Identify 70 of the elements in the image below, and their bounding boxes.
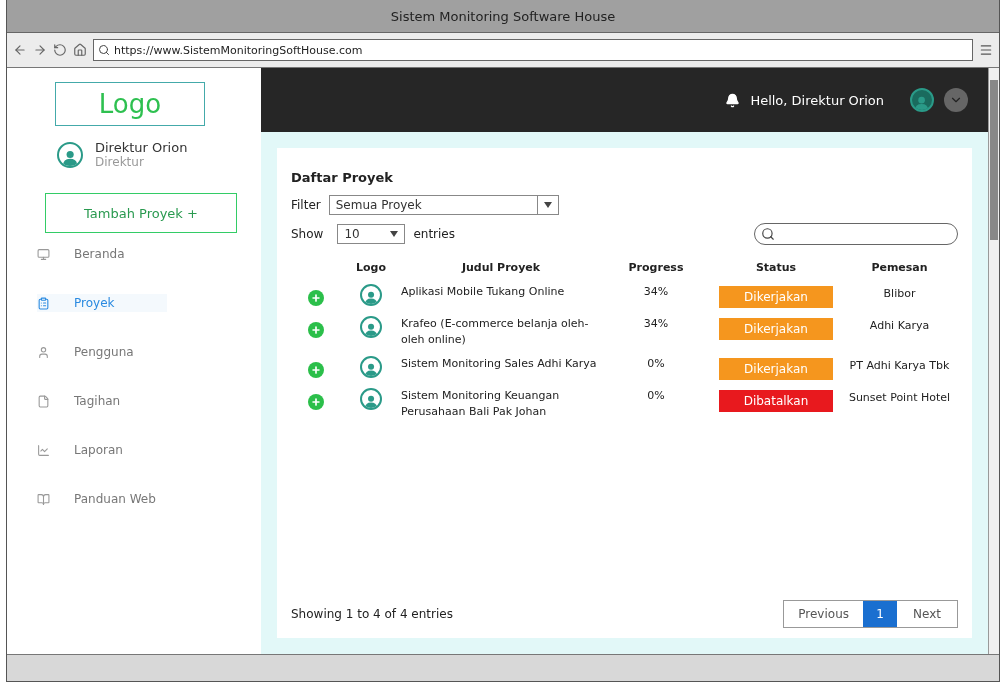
search-icon <box>761 227 775 241</box>
scrollbar-thumb[interactable] <box>990 80 998 240</box>
status-badge: Dibatalkan <box>719 390 833 412</box>
back-icon[interactable] <box>13 43 27 57</box>
table-cell-text: PT Adhi Karya Tbk <box>848 358 951 374</box>
add-icon[interactable] <box>308 394 324 410</box>
column-header: Status <box>754 261 798 276</box>
clipboard-icon <box>37 296 50 310</box>
sidebar-item[interactable]: Laporan <box>37 441 167 459</box>
table-cell-text: Sistem Monitoring Keuangan Perusahaan Bali Pak Johan <box>401 388 561 420</box>
avatar-icon <box>360 356 382 378</box>
sidebar-item[interactable]: Pengguna <box>37 343 167 361</box>
status-badge: Dikerjakan <box>719 318 833 340</box>
entries-dropdown[interactable]: 10 <box>337 224 406 244</box>
dropdown-button[interactable] <box>944 88 968 112</box>
column-header: Logo <box>355 261 387 276</box>
column-header: Judul Proyek <box>460 261 542 276</box>
status-badge: Dikerjakan <box>719 358 833 380</box>
sidebar-item[interactable]: Proyek <box>37 294 167 312</box>
status-badge: Dikerjakan <box>719 286 833 308</box>
add-icon[interactable] <box>308 290 324 306</box>
reload-icon[interactable] <box>53 43 67 57</box>
add-project-button[interactable]: Tambah Proyek + <box>45 193 237 233</box>
table-cell-text: Sistem Monitoring Sales Adhi Karya <box>401 356 598 372</box>
panel-title: Daftar Proyek <box>291 170 394 185</box>
caret-icon <box>390 231 399 237</box>
filter-dropdown[interactable]: Semua Proyek <box>328 195 559 215</box>
caret-icon <box>543 202 552 208</box>
forward-icon[interactable] <box>33 43 47 57</box>
entries-info: Showing 1 to 4 of 4 entries <box>291 607 453 621</box>
column-header: Pemesan <box>870 261 929 276</box>
search-icon <box>98 44 110 56</box>
greeting: Hello, Direktur Orion <box>750 92 884 108</box>
user-icon <box>37 345 50 359</box>
avatar-icon <box>360 316 382 338</box>
add-icon[interactable] <box>308 362 324 378</box>
entries-label: entries <box>413 227 455 241</box>
show-label: Show <box>291 227 324 241</box>
sidebar-item[interactable]: Panduan Web <box>37 490 167 508</box>
logo: Logo <box>55 82 205 126</box>
avatar-icon <box>360 388 382 410</box>
user-role: Direktur <box>95 155 145 169</box>
bell-icon[interactable] <box>725 92 741 108</box>
home-icon[interactable] <box>73 43 87 57</box>
address-bar[interactable]: https://www.SistemMonitoringSoftHouse.com <box>93 39 973 61</box>
table-cell-text: Sunset Point Hotel <box>847 390 952 406</box>
sidebar-item[interactable]: Tagihan <box>37 392 167 410</box>
sidebar-item[interactable]: Beranda <box>37 245 167 263</box>
user-name: Direktur Orion <box>95 140 188 155</box>
table-cell-text: Aplikasi Mobile Tukang Online <box>401 284 566 300</box>
menu-icon[interactable] <box>979 43 993 57</box>
chart-icon <box>37 443 50 457</box>
window-title: Sistem Monitoring Software House <box>390 8 616 24</box>
pagination-button[interactable]: 1 <box>863 601 897 627</box>
table-cell-text: Blibor <box>882 286 917 302</box>
table-cell-text: 0% <box>646 388 666 404</box>
table-cell-text: Adhi Karya <box>868 318 931 334</box>
monitor-icon <box>37 247 50 261</box>
filter-label: Filter <box>291 198 321 212</box>
column-header: Progress <box>627 261 685 276</box>
book-icon <box>37 492 50 506</box>
table-cell-text: 34% <box>642 284 670 300</box>
file-icon <box>37 394 50 408</box>
table-cell-text: 0% <box>646 356 666 372</box>
table-cell-text: Krafeo (E-commerce belanja oleh-oleh online) <box>401 316 590 348</box>
avatar-icon[interactable] <box>910 88 934 112</box>
table-cell-text: 34% <box>642 316 670 332</box>
avatar-icon <box>57 141 83 168</box>
avatar-icon <box>360 284 382 306</box>
add-icon[interactable] <box>308 322 324 338</box>
